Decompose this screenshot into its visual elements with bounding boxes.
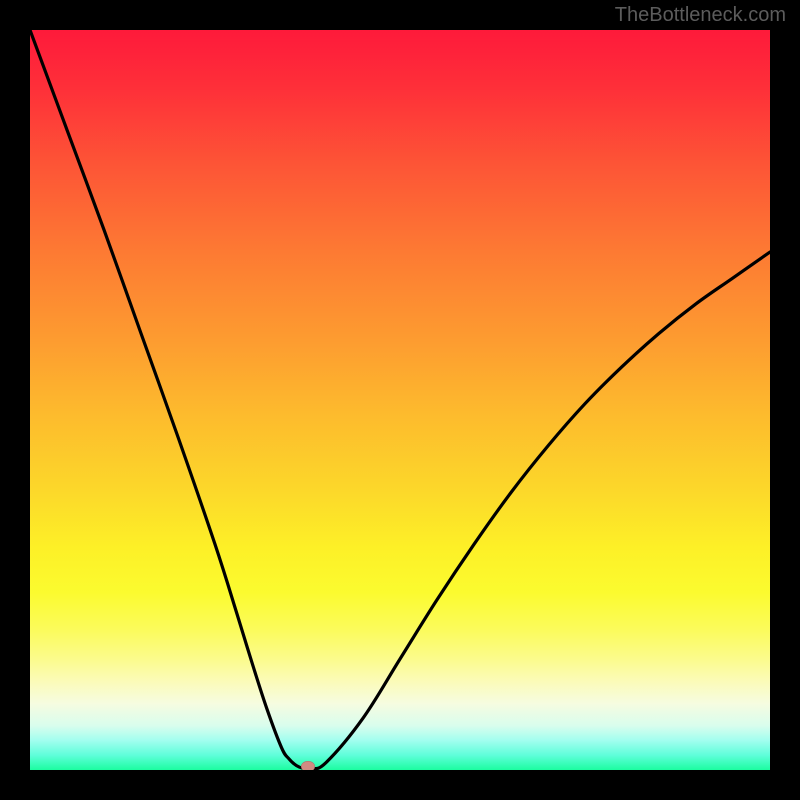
watermark-text: TheBottleneck.com: [615, 4, 786, 27]
curve-line: [30, 30, 770, 769]
optimum-marker: [301, 761, 315, 770]
plot-area: [30, 30, 770, 770]
curve-svg: [30, 30, 770, 770]
